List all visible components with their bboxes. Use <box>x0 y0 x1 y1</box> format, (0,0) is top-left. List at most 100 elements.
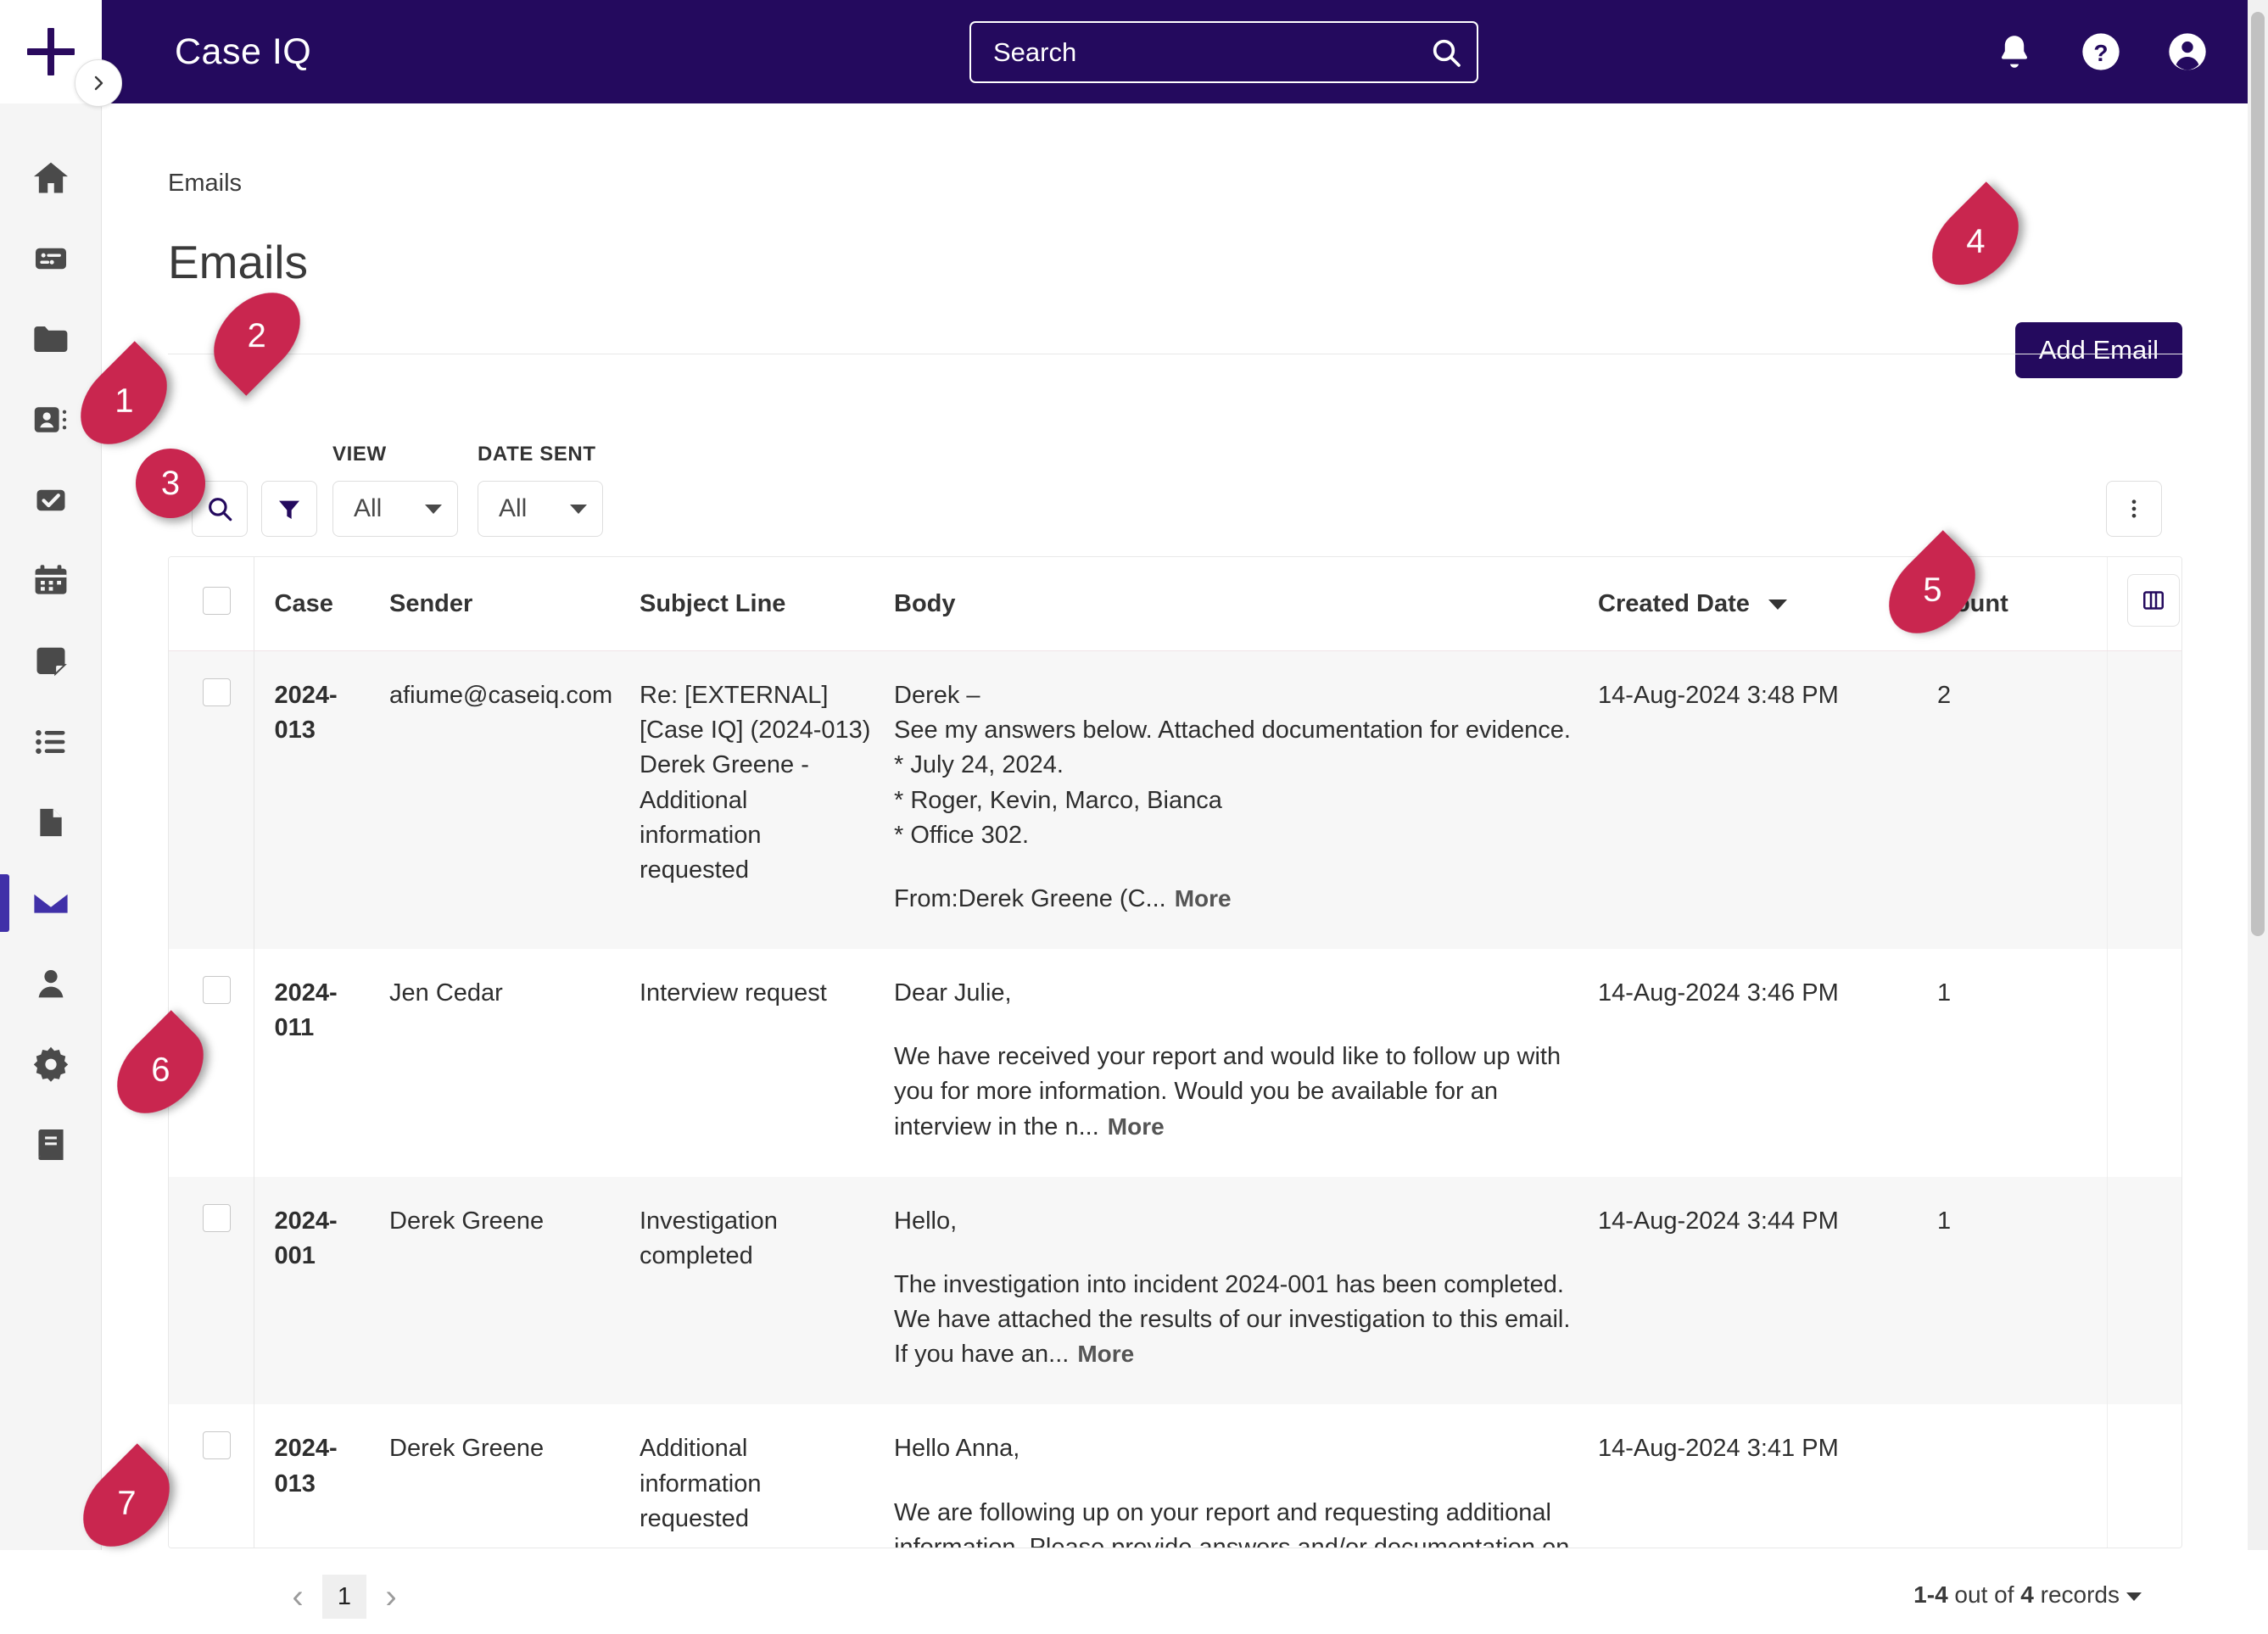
column-header-created-date[interactable]: Created Date <box>1598 557 1937 651</box>
global-search[interactable] <box>969 21 1478 83</box>
table-row[interactable]: 2024-001 Derek Greene Investigation comp… <box>169 1176 2181 1405</box>
person-icon <box>38 969 63 997</box>
cell-created-date: 14-Aug-2024 3:46 PM <box>1598 979 1839 1007</box>
cell-body: Derek – See my answers below. Attached d… <box>894 651 1598 950</box>
sidebar-item-dashboard[interactable] <box>0 218 102 298</box>
body-line: We are following up on your report and r… <box>894 1498 1570 1548</box>
more-link[interactable]: More <box>1077 1341 1134 1367</box>
row-checkbox[interactable] <box>203 976 231 1005</box>
body-line: See my answers below. Attached documenta… <box>894 717 1571 745</box>
row-checkbox[interactable] <box>203 1203 231 1232</box>
body-blank-line <box>894 1467 1579 1496</box>
cell-sender: Jen Cedar <box>389 979 503 1007</box>
cell-subject: Additional information requested <box>640 1435 762 1532</box>
search-input[interactable] <box>971 36 1416 68</box>
row-checkbox[interactable] <box>203 678 231 706</box>
body-blank-line <box>894 853 1579 882</box>
body-line: * Roger, Kevin, Marco, Bianca <box>894 786 1222 814</box>
sidebar-item-home[interactable] <box>0 137 102 218</box>
cell-case: 2024-001 <box>253 1176 389 1405</box>
chevron-down-icon <box>570 504 587 514</box>
body-line: * July 24, 2024. <box>894 751 1064 779</box>
select-all-checkbox[interactable] <box>203 586 231 615</box>
column-header-sender[interactable]: Sender <box>389 557 640 651</box>
date-sent-filter-label: DATE SENT <box>478 443 596 466</box>
body-blank-line <box>894 1011 1579 1040</box>
sidebar-item-notes[interactable] <box>0 621 102 701</box>
file-icon <box>39 808 62 836</box>
pagination-next-button[interactable]: › <box>371 1575 411 1619</box>
cell-subject: Investigation completed <box>640 1207 778 1269</box>
pagination-page-1[interactable]: 1 <box>322 1575 366 1619</box>
date-sent-filter-select[interactable]: All <box>478 481 603 537</box>
column-settings-button[interactable] <box>2127 574 2181 627</box>
cell-subject: Re: [EXTERNAL] [Case IQ] (2024-013) Dere… <box>640 682 871 884</box>
date-sent-filter-value: All <box>499 494 528 522</box>
add-email-button[interactable]: Add Email <box>2014 322 2182 378</box>
column-header-subject-line[interactable]: Subject Line <box>640 557 894 651</box>
calendar-icon <box>35 564 66 594</box>
sidebar-item-calendar[interactable] <box>0 540 102 621</box>
view-filter-select[interactable]: All <box>332 481 458 537</box>
sidebar-item-settings[interactable] <box>0 1023 102 1104</box>
sidebar-collapse-toggle[interactable] <box>75 59 122 107</box>
chevron-down-icon <box>425 504 442 514</box>
cell-count <box>1937 1404 2107 1548</box>
cell-created-date: 14-Aug-2024 3:48 PM <box>1598 682 1839 709</box>
toolbar-more-button[interactable] <box>2106 481 2162 537</box>
cell-sender: Derek Greene <box>389 1207 545 1235</box>
account-icon[interactable] <box>2165 29 2210 75</box>
svg-text:?: ? <box>2093 40 2108 66</box>
sidebar-item-files[interactable] <box>0 782 102 862</box>
help-icon[interactable]: ? <box>2078 29 2124 75</box>
bell-icon[interactable] <box>1991 29 2037 75</box>
body-line: The investigation into incident 2024-001… <box>894 1270 1571 1369</box>
column-settings-icon <box>2143 591 2165 610</box>
folder-icon <box>33 326 67 352</box>
callout-marker-3: 3 <box>136 449 205 518</box>
table-row[interactable]: 2024-013 afiume@caseiq.com Re: [EXTERNAL… <box>169 650 2181 950</box>
table-row[interactable]: 2024-011 Jen Cedar Interview request Dea… <box>169 949 2181 1177</box>
filter-toggle-button[interactable] <box>261 481 317 537</box>
table-row[interactable]: 2024-013 Derek Greene Additional informa… <box>169 1404 2181 1548</box>
sort-desc-icon <box>1768 599 1787 610</box>
more-link[interactable]: More <box>1108 1113 1165 1140</box>
cell-spacer <box>2106 650 2181 950</box>
callout-number: 6 <box>150 1051 170 1089</box>
sidebar-item-library[interactable] <box>0 1104 102 1185</box>
column-header-body[interactable]: Body <box>894 557 1598 651</box>
page-scrollbar[interactable] <box>2248 0 2268 1550</box>
funnel-icon <box>279 500 299 519</box>
records-suffix-text: records <box>2033 1581 2120 1608</box>
chevron-down-icon <box>2126 1592 2142 1601</box>
body-line: We have received your report and would l… <box>894 1043 1561 1140</box>
cell-spacer <box>2106 1176 2181 1405</box>
book-icon <box>37 1129 64 1160</box>
sidebar-nav <box>0 103 102 1550</box>
list-toolbar: VIEW DATE SENT All All <box>168 443 2182 537</box>
records-summary[interactable]: 1-4 out of 4 records <box>1913 1581 2142 1609</box>
top-bar-actions: ? <box>1991 0 2210 103</box>
search-icon[interactable] <box>1416 36 1477 70</box>
callout-number: 4 <box>1965 222 1986 260</box>
pagination-prev-button[interactable]: ‹ <box>278 1575 317 1619</box>
sidebar-item-tasks[interactable] <box>0 460 102 540</box>
sidebar-item-users[interactable] <box>0 943 102 1023</box>
sidebar-item-emails[interactable] <box>0 862 102 943</box>
sidebar-item-cases[interactable] <box>0 298 102 379</box>
sidebar-item-lists[interactable] <box>0 701 102 782</box>
dashboard-icon <box>35 248 66 269</box>
body-line-last: The investigation into incident 2024-001… <box>894 1268 1579 1373</box>
cell-created-date: 14-Aug-2024 3:44 PM <box>1598 1207 1839 1235</box>
column-header-case[interactable]: Case <box>253 557 389 651</box>
more-link[interactable]: More <box>1175 885 1232 912</box>
breadcrumb[interactable]: Emails <box>168 170 242 198</box>
body-line: Hello, <box>894 1207 958 1235</box>
email-icon <box>32 891 69 913</box>
body-blank-line <box>894 1239 1579 1268</box>
cell-count: 2 <box>1937 682 1952 709</box>
scrollbar-thumb[interactable] <box>2251 12 2265 936</box>
row-checkbox[interactable] <box>203 1431 231 1460</box>
notes-icon <box>36 647 67 676</box>
records-total: 4 <box>2020 1581 2034 1608</box>
